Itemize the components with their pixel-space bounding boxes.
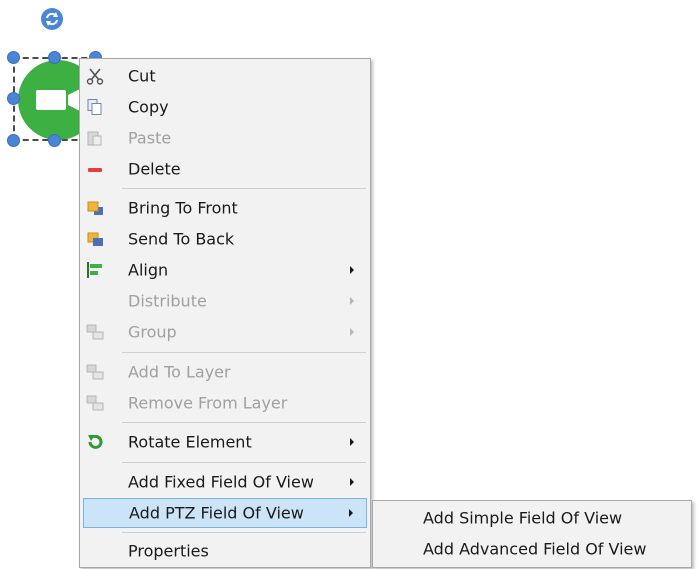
submenu-item-label: Add Advanced Field Of View: [423, 539, 647, 559]
menu-item-label: Cut: [128, 66, 156, 86]
menu-item-label: Paste: [128, 128, 172, 148]
scissors-icon: [86, 68, 104, 85]
submenu-arrow-icon: [350, 328, 354, 336]
rotate-handle-icon[interactable]: [40, 7, 64, 31]
menu-item-add-to-layer: Add To Layer: [83, 357, 367, 387]
design-canvas[interactable]: Cut Copy Paste Delete Bring To Front Sen…: [0, 0, 698, 569]
group-icon: [86, 324, 104, 340]
resize-handle-s[interactable]: [48, 134, 61, 147]
menu-separator: [122, 532, 366, 533]
submenu-arrow-icon: [350, 438, 354, 446]
menu-item-rotate-element[interactable]: Rotate Element: [83, 427, 367, 457]
submenu-item-add-simple-field-of-view[interactable]: Add Simple Field Of View: [376, 503, 688, 533]
submenu-item-label: Add Simple Field Of View: [423, 508, 623, 528]
menu-item-properties[interactable]: Properties: [83, 536, 367, 566]
rotate-element-icon: [88, 434, 103, 449]
menu-item-distribute: Distribute: [83, 286, 367, 316]
submenu-arrow-icon: [349, 509, 353, 517]
ptz-field-of-view-submenu: Add Simple Field Of View Add Advanced Fi…: [372, 500, 692, 568]
send-to-back-icon: [87, 232, 103, 246]
resize-handle-n[interactable]: [48, 51, 61, 64]
menu-item-add-ptz-field-of-view[interactable]: Add PTZ Field Of View: [83, 498, 367, 528]
menu-item-label: Delete: [128, 159, 181, 179]
menu-separator: [122, 188, 366, 189]
resize-handle-nw[interactable]: [7, 51, 20, 64]
delete-icon: [88, 168, 102, 172]
menu-item-group: Group: [83, 317, 367, 347]
menu-item-add-fixed-field-of-view[interactable]: Add Fixed Field Of View: [83, 467, 367, 497]
menu-item-label: Remove From Layer: [128, 393, 288, 413]
bring-to-front-icon: [87, 201, 103, 215]
submenu-arrow-icon: [350, 297, 354, 305]
menu-item-paste: Paste: [83, 123, 367, 153]
copy-icon: [87, 99, 102, 115]
paste-icon: [87, 131, 102, 146]
remove-from-layer-icon: [86, 395, 104, 411]
menu-item-label: Group: [128, 322, 177, 342]
resize-handle-sw[interactable]: [7, 134, 20, 147]
resize-handle-w[interactable]: [7, 92, 20, 105]
submenu-arrow-icon: [350, 266, 354, 274]
menu-item-label: Properties: [128, 541, 209, 561]
menu-item-label: Send To Back: [128, 229, 235, 249]
menu-item-copy[interactable]: Copy: [83, 92, 367, 122]
menu-item-remove-from-layer: Remove From Layer: [83, 388, 367, 418]
menu-item-label: Copy: [128, 97, 169, 117]
menu-item-label: Add Fixed Field Of View: [128, 472, 314, 492]
menu-separator: [122, 462, 366, 463]
align-icon: [87, 262, 102, 278]
context-menu: Cut Copy Paste Delete Bring To Front Sen…: [79, 58, 371, 568]
menu-item-label: Align: [128, 260, 169, 280]
menu-item-label: Add To Layer: [128, 362, 231, 382]
menu-item-bring-to-front[interactable]: Bring To Front: [83, 193, 367, 223]
add-to-layer-icon: [86, 364, 104, 380]
menu-item-label: Bring To Front: [128, 198, 238, 218]
menu-separator: [122, 352, 366, 353]
menu-item-send-to-back[interactable]: Send To Back: [83, 224, 367, 254]
menu-separator: [122, 422, 366, 423]
submenu-arrow-icon: [350, 478, 354, 486]
menu-item-align[interactable]: Align: [83, 255, 367, 285]
menu-item-label: Distribute: [128, 291, 207, 311]
menu-item-label: Add PTZ Field Of View: [129, 503, 304, 523]
menu-item-delete[interactable]: Delete: [83, 154, 367, 184]
menu-item-cut[interactable]: Cut: [83, 61, 367, 91]
submenu-item-add-advanced-field-of-view[interactable]: Add Advanced Field Of View: [376, 534, 688, 564]
menu-item-label: Rotate Element: [128, 432, 252, 452]
